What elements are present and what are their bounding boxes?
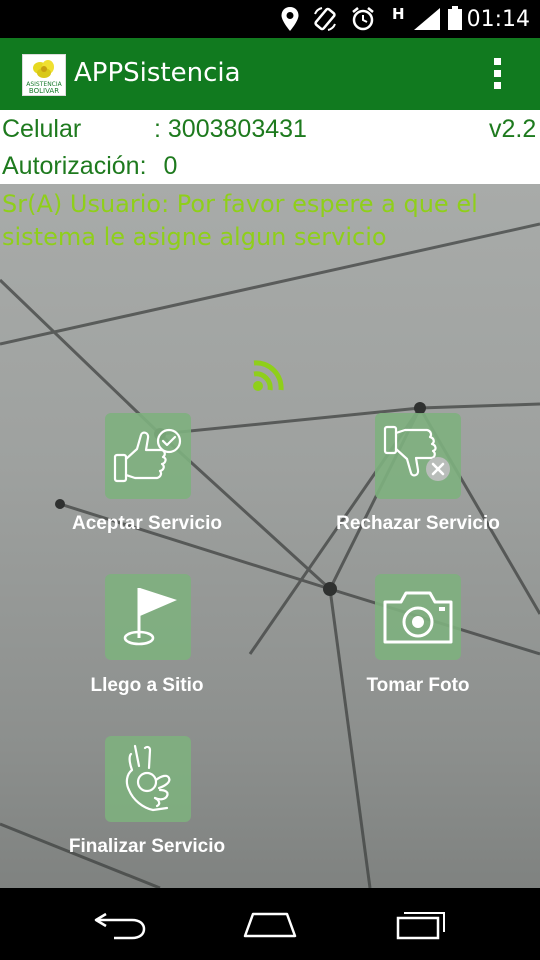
camera-icon	[383, 591, 453, 644]
flag-location-icon	[123, 588, 177, 646]
main-area: Sr(A) Usuario: Por favor espere a que el…	[0, 184, 540, 888]
celular-row: Celular	[2, 115, 81, 144]
app-logo: ASISTENCIA BOLIVAR	[22, 54, 66, 96]
celular-label: Celular	[2, 115, 82, 143]
autorizacion-value: 0	[163, 152, 178, 180]
wifi-signal-icon	[253, 360, 284, 391]
llego-a-sitio-button[interactable]	[105, 574, 191, 660]
signal-icon	[414, 8, 440, 30]
app-bar: ASISTENCIA BOLIVAR APPSistencia	[0, 38, 540, 110]
app-title: APPSistencia	[74, 58, 241, 88]
location-icon	[281, 7, 299, 31]
network-type-indicator: H	[392, 5, 405, 23]
aceptar-servicio-label: Aceptar Servicio	[72, 513, 222, 534]
home-icon[interactable]	[241, 906, 299, 942]
aceptar-servicio-button[interactable]	[105, 413, 191, 499]
finalizar-servicio-label: Finalizar Servicio	[68, 836, 226, 857]
info-panel: Celular : 3003803431 v2.2 Autorización: …	[0, 110, 540, 184]
status-message: Sr(A) Usuario: Por favor espere a que el…	[2, 190, 478, 251]
recent-apps-icon[interactable]	[394, 906, 450, 942]
back-icon[interactable]	[92, 906, 148, 942]
navigation-bar	[0, 888, 540, 960]
rotate-icon	[314, 7, 336, 31]
thumbs-up-check-icon	[113, 428, 182, 483]
battery-icon	[448, 6, 462, 30]
background-network-image	[0, 222, 540, 888]
app-version: v2.2	[489, 115, 537, 143]
logo-caption: ASISTENCIA BOLIVAR	[26, 81, 62, 95]
status-bar: H 01:14	[0, 0, 540, 38]
rechazar-servicio-button[interactable]	[375, 413, 461, 499]
status-time: 01:14	[466, 7, 530, 32]
thumbs-down-x-icon	[383, 425, 450, 481]
tomar-foto-button[interactable]	[375, 574, 461, 660]
celular-value: : 3003803431	[154, 115, 307, 143]
finalizar-servicio-button[interactable]	[105, 736, 191, 822]
llego-a-sitio-label: Llego a Sitio	[90, 675, 204, 696]
ok-hand-icon	[125, 744, 171, 812]
rechazar-servicio-label: Rechazar Servicio	[336, 513, 500, 534]
overflow-menu-icon[interactable]	[494, 58, 502, 94]
tomar-foto-label: Tomar Foto	[366, 675, 470, 696]
autorizacion-row: Autorización: 0	[2, 152, 177, 181]
alarm-icon	[352, 7, 374, 31]
autorizacion-label: Autorización:	[2, 152, 147, 180]
